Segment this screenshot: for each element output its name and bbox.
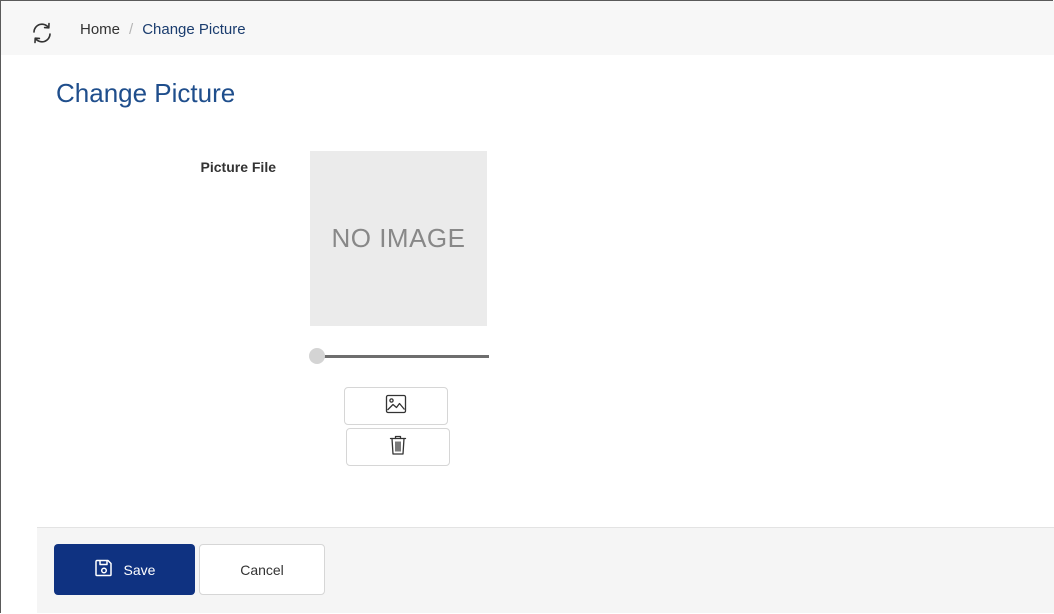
save-button-label: Save: [123, 561, 156, 578]
breadcrumb-separator: /: [129, 21, 134, 38]
save-icon: [94, 558, 114, 581]
save-button[interactable]: Save: [54, 544, 195, 595]
breadcrumb: Home / Change Picture: [80, 20, 246, 40]
image-icon: [385, 394, 407, 419]
zoom-slider-thumb[interactable]: [309, 348, 325, 364]
picture-preview: NO IMAGE: [310, 151, 487, 326]
top-bar: Home / Change Picture: [1, 1, 1054, 55]
zoom-slider-track: [317, 355, 489, 358]
cancel-button[interactable]: Cancel: [199, 544, 325, 595]
breadcrumb-home-link[interactable]: Home: [80, 21, 120, 38]
breadcrumb-current: Change Picture: [142, 21, 246, 38]
zoom-slider[interactable]: [309, 347, 489, 365]
picture-file-label: Picture File: [200, 159, 276, 175]
page-title: Change Picture: [56, 78, 236, 108]
refresh-icon[interactable]: [30, 21, 54, 45]
cancel-button-label: Cancel: [240, 561, 284, 578]
no-image-placeholder: NO IMAGE: [331, 223, 466, 253]
delete-image-button[interactable]: [346, 428, 450, 466]
trash-icon: [389, 434, 407, 461]
choose-image-button[interactable]: [344, 387, 448, 425]
